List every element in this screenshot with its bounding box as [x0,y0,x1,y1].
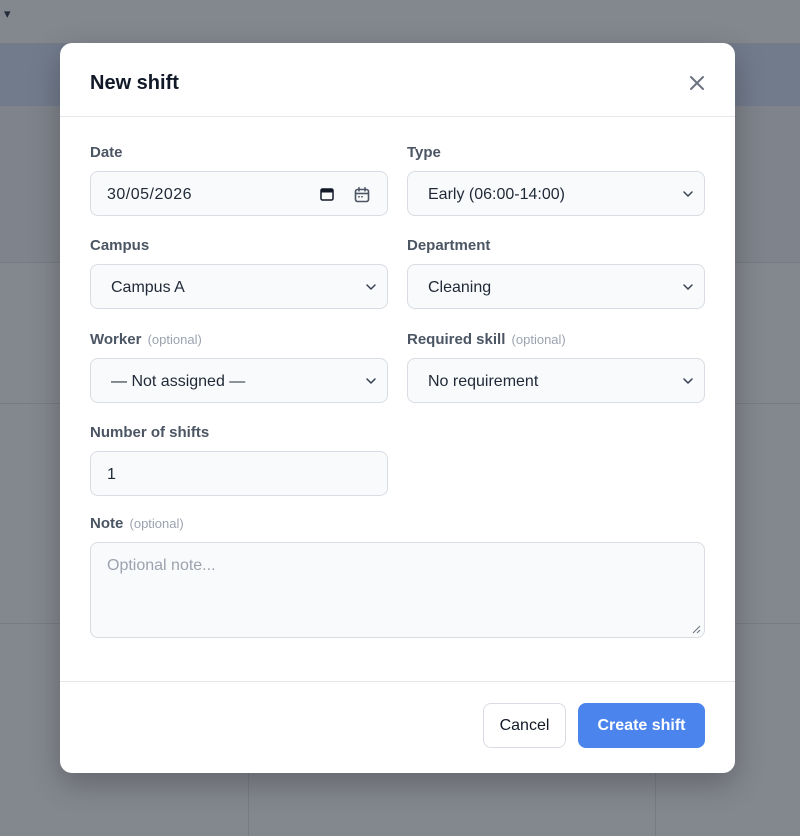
new-shift-dialog: New shift Date 30/05/2026 Type Early (06… [60,43,735,773]
chevron-down-icon [683,284,693,290]
department-select[interactable]: Cleaning [407,264,705,309]
campus-label: Campus [90,237,150,254]
skill-label: Required skill (optional) [407,331,566,349]
dialog-title: New shift [90,72,179,94]
chevron-down-icon [683,191,693,197]
shift-count-input[interactable]: 1 [90,451,388,496]
worker-label-text: Worker [90,331,142,348]
cancel-button[interactable]: Cancel [483,703,566,748]
worker-value: — Not assigned — [111,373,246,390]
note-label: Note (optional) [90,515,184,533]
create-shift-button[interactable]: Create shift [578,703,705,748]
dialog-header: New shift [60,43,735,117]
campus-value: Campus A [111,279,185,296]
chevron-down-icon [366,378,376,384]
note-placeholder: Optional note... [107,557,216,574]
calendar-icon[interactable] [319,186,335,202]
department-label: Department [407,237,491,254]
date-label: Date [90,144,123,161]
calendar-icon[interactable] [353,186,371,204]
department-value: Cleaning [428,279,492,296]
skill-label-text: Required skill [407,331,506,348]
date-value: 30/05/2026 [107,186,193,203]
shift-count-label: Number of shifts [90,424,210,441]
shift-count-value: 1 [107,466,116,483]
worker-select[interactable]: — Not assigned — [90,358,388,403]
worker-label: Worker (optional) [90,331,202,349]
skill-select[interactable]: No requirement [407,358,705,403]
type-select[interactable]: Early (06:00-14:00) [407,171,705,216]
skill-optional-hint: (optional) [511,332,566,347]
worker-optional-hint: (optional) [147,332,202,347]
date-input[interactable]: 30/05/2026 [90,171,388,216]
close-icon [690,76,704,90]
chevron-down-icon [683,378,693,384]
note-optional-hint: (optional) [129,516,184,531]
skill-value: No requirement [428,373,539,390]
type-label: Type [407,144,441,161]
resize-grip-icon[interactable] [692,625,701,634]
close-button[interactable] [687,73,707,93]
dialog-footer: Cancel Create shift [60,681,735,773]
type-value: Early (06:00-14:00) [428,186,565,203]
chevron-down-icon [366,284,376,290]
note-label-text: Note [90,515,124,532]
campus-select[interactable]: Campus A [90,264,388,309]
note-textarea[interactable]: Optional note... [90,542,705,638]
